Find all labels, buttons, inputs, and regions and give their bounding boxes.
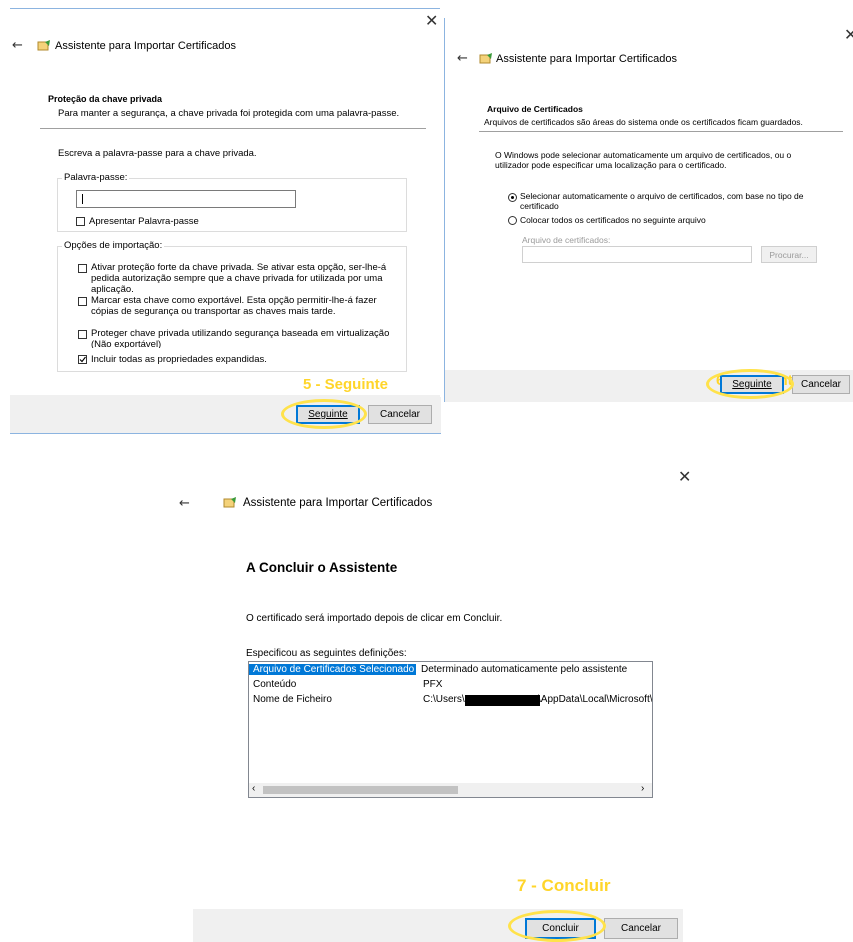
list-item[interactable]: Nome de Ficheiro C:\Users\ \AppData\Loca… bbox=[253, 694, 653, 706]
certificate-wizard-icon bbox=[479, 53, 492, 64]
browse-button-label: Procurar... bbox=[769, 249, 809, 260]
highlight-ellipse-step6 bbox=[706, 369, 794, 399]
cancel-button-label: Cancelar bbox=[379, 409, 421, 420]
certificate-wizard-icon bbox=[223, 497, 236, 508]
manual-store-radio[interactable] bbox=[508, 216, 517, 225]
setting-name: Arquivo de Certificados Selecionado bbox=[249, 664, 417, 675]
divider bbox=[479, 131, 843, 132]
scrollbar-thumb[interactable] bbox=[263, 786, 458, 794]
wizard-window-step6: ✕ ← Assistente para Importar Certificado… bbox=[444, 18, 853, 402]
text-cursor bbox=[82, 194, 83, 204]
redacted-username bbox=[465, 695, 540, 706]
step5-annotation: 5 - Seguinte bbox=[303, 376, 389, 393]
step5-bottom-border bbox=[10, 433, 441, 434]
back-arrow-icon[interactable]: ← bbox=[179, 496, 190, 511]
close-icon[interactable]: ✕ bbox=[678, 469, 691, 485]
cancel-button-step7[interactable]: Cancelar bbox=[604, 918, 678, 939]
auto-select-label: Selecionar automaticamente o arquivo de … bbox=[520, 191, 804, 211]
close-icon[interactable]: ✕ bbox=[844, 27, 853, 43]
password-input[interactable] bbox=[76, 190, 296, 208]
step7-annotation: 7 - Concluir bbox=[517, 876, 611, 895]
settings-list[interactable]: Arquivo de Certificados Selecionado Dete… bbox=[248, 661, 653, 798]
checkmark-icon bbox=[79, 356, 86, 363]
auto-select-radio[interactable] bbox=[508, 193, 517, 202]
setting-value: Determinado automaticamente pelo assiste… bbox=[421, 664, 628, 675]
highlight-ellipse-step7 bbox=[508, 910, 606, 942]
intro-text: O Windows pode selecionar automaticament… bbox=[495, 150, 792, 170]
manual-store-label: Colocar todos os certificados no seguint… bbox=[520, 215, 706, 225]
scroll-right-icon[interactable]: › bbox=[641, 783, 644, 794]
exportable-label: Marcar esta chave como exportável. Esta … bbox=[91, 295, 377, 317]
strong-protection-checkbox[interactable] bbox=[78, 264, 87, 273]
close-icon[interactable]: ✕ bbox=[425, 13, 438, 29]
setting-name: Nome de Ficheiro bbox=[253, 694, 332, 705]
back-arrow-icon[interactable]: ← bbox=[12, 38, 23, 53]
completion-description: O certificado será importado depois de c… bbox=[246, 613, 503, 624]
settings-label: Especificou as seguintes definições: bbox=[246, 648, 407, 659]
password-prompt: Escreva a palavra-passe para a chave pri… bbox=[58, 148, 257, 159]
browse-button[interactable]: Procurar... bbox=[761, 246, 817, 263]
highlight-ellipse-step5 bbox=[281, 399, 367, 429]
wizard-title: Assistente para Importar Certificados bbox=[496, 53, 677, 65]
section-title: Arquivo de Certificados bbox=[487, 104, 583, 114]
setting-name: Conteúdo bbox=[253, 679, 297, 690]
wizard-title: Assistente para Importar Certificados bbox=[55, 40, 236, 52]
cancel-button-step5[interactable]: Cancelar bbox=[368, 405, 432, 424]
extended-properties-checkbox[interactable] bbox=[78, 355, 87, 364]
show-password-checkbox[interactable] bbox=[76, 217, 85, 226]
cancel-button-label: Cancelar bbox=[800, 379, 842, 390]
import-options-title: Opções de importação: bbox=[62, 240, 165, 251]
setting-value-suffix: \AppData\Local\Microsoft\ bbox=[538, 694, 653, 705]
list-item[interactable]: Conteúdo PFX bbox=[253, 679, 442, 690]
store-field-label: Arquivo de certificados: bbox=[522, 235, 611, 245]
password-group-title: Palavra-passe: bbox=[62, 172, 130, 183]
show-password-label: Apresentar Palavra-passe bbox=[89, 216, 199, 227]
vbs-protection-checkbox[interactable] bbox=[78, 330, 87, 339]
list-item[interactable]: Arquivo de Certificados Selecionado Dete… bbox=[249, 664, 627, 675]
scroll-left-icon[interactable]: ‹ bbox=[252, 783, 255, 794]
extended-properties-label: Incluir todas as propriedades expandidas… bbox=[91, 354, 267, 365]
wizard-title: Assistente para Importar Certificados bbox=[243, 497, 433, 509]
setting-value: C:\Users\ bbox=[423, 694, 465, 705]
top-border bbox=[10, 8, 440, 9]
divider bbox=[40, 128, 426, 129]
store-input[interactable] bbox=[522, 246, 752, 263]
cancel-button-step6[interactable]: Cancelar bbox=[792, 375, 850, 394]
cancel-button-label: Cancelar bbox=[620, 923, 662, 934]
section-description: Arquivos de certificados são áreas do si… bbox=[484, 117, 803, 127]
section-description: Para manter a segurança, a chave privada… bbox=[58, 108, 400, 119]
strong-protection-label: Ativar proteção forte da chave privada. … bbox=[91, 262, 387, 295]
setting-value: PFX bbox=[423, 679, 443, 690]
wizard-window-step7: ✕ ← Assistente para Importar Certificado… bbox=[165, 455, 691, 942]
back-arrow-icon[interactable]: ← bbox=[457, 51, 468, 66]
exportable-checkbox[interactable] bbox=[78, 297, 87, 306]
vbs-protection-label: Proteger chave privada utilizando segura… bbox=[91, 328, 390, 348]
wizard-window-step5: ✕ ← Assistente para Importar Certificado… bbox=[0, 0, 441, 402]
horizontal-scrollbar[interactable]: ‹ › bbox=[249, 783, 652, 797]
completion-heading: A Concluir o Assistente bbox=[246, 560, 398, 575]
certificate-wizard-icon bbox=[37, 40, 50, 51]
section-title: Proteção da chave privada bbox=[48, 94, 163, 104]
